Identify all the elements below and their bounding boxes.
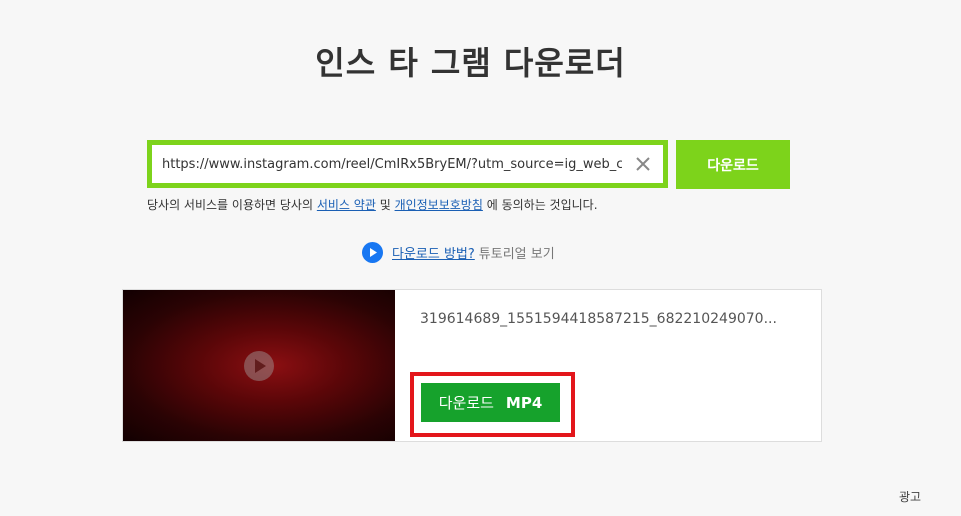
play-icon[interactable] xyxy=(243,350,275,382)
ad-label: 광고 xyxy=(899,490,922,504)
how-to-download-link[interactable]: 다운로드 방법? xyxy=(392,243,475,262)
download-mp4-button[interactable]: 다운로드 MP4 xyxy=(421,383,560,422)
download-button[interactable]: 다운로드 xyxy=(676,140,790,189)
terms-and: 및 xyxy=(379,198,391,212)
tutorial-subtext: 튜토리얼 보기 xyxy=(478,247,555,262)
play-circle-icon[interactable] xyxy=(362,242,383,263)
terms-notice: 당사의 서비스를 이용하면 당사의 서비스 약관 및 개인정보보호방침 에 동의… xyxy=(147,196,598,213)
terms-suffix: 에 동의하는 것입니다. xyxy=(486,198,598,212)
result-card: 319614689_1551594418587215_682210249070.… xyxy=(122,289,822,442)
video-thumbnail[interactable] xyxy=(123,290,395,441)
close-icon[interactable] xyxy=(633,154,653,174)
terms-of-service-link[interactable]: 서비스 약관 xyxy=(317,198,376,212)
format-label: MP4 xyxy=(505,393,543,412)
url-input-container xyxy=(147,140,668,188)
privacy-policy-link[interactable]: 개인정보보호방침 xyxy=(395,198,483,212)
terms-prefix: 당사의 서비스를 이용하면 당사의 xyxy=(147,198,314,212)
url-input[interactable] xyxy=(162,145,622,183)
page-title: 인스 타 그램 다운로더 xyxy=(315,44,626,82)
download-mp4-label: 다운로드 xyxy=(438,394,494,412)
video-filename: 319614689_1551594418587215_682210249070.… xyxy=(420,311,777,327)
highlight-frame: 다운로드 MP4 xyxy=(410,372,575,437)
tutorial-row: 다운로드 방법? 튜토리얼 보기 xyxy=(362,242,555,263)
